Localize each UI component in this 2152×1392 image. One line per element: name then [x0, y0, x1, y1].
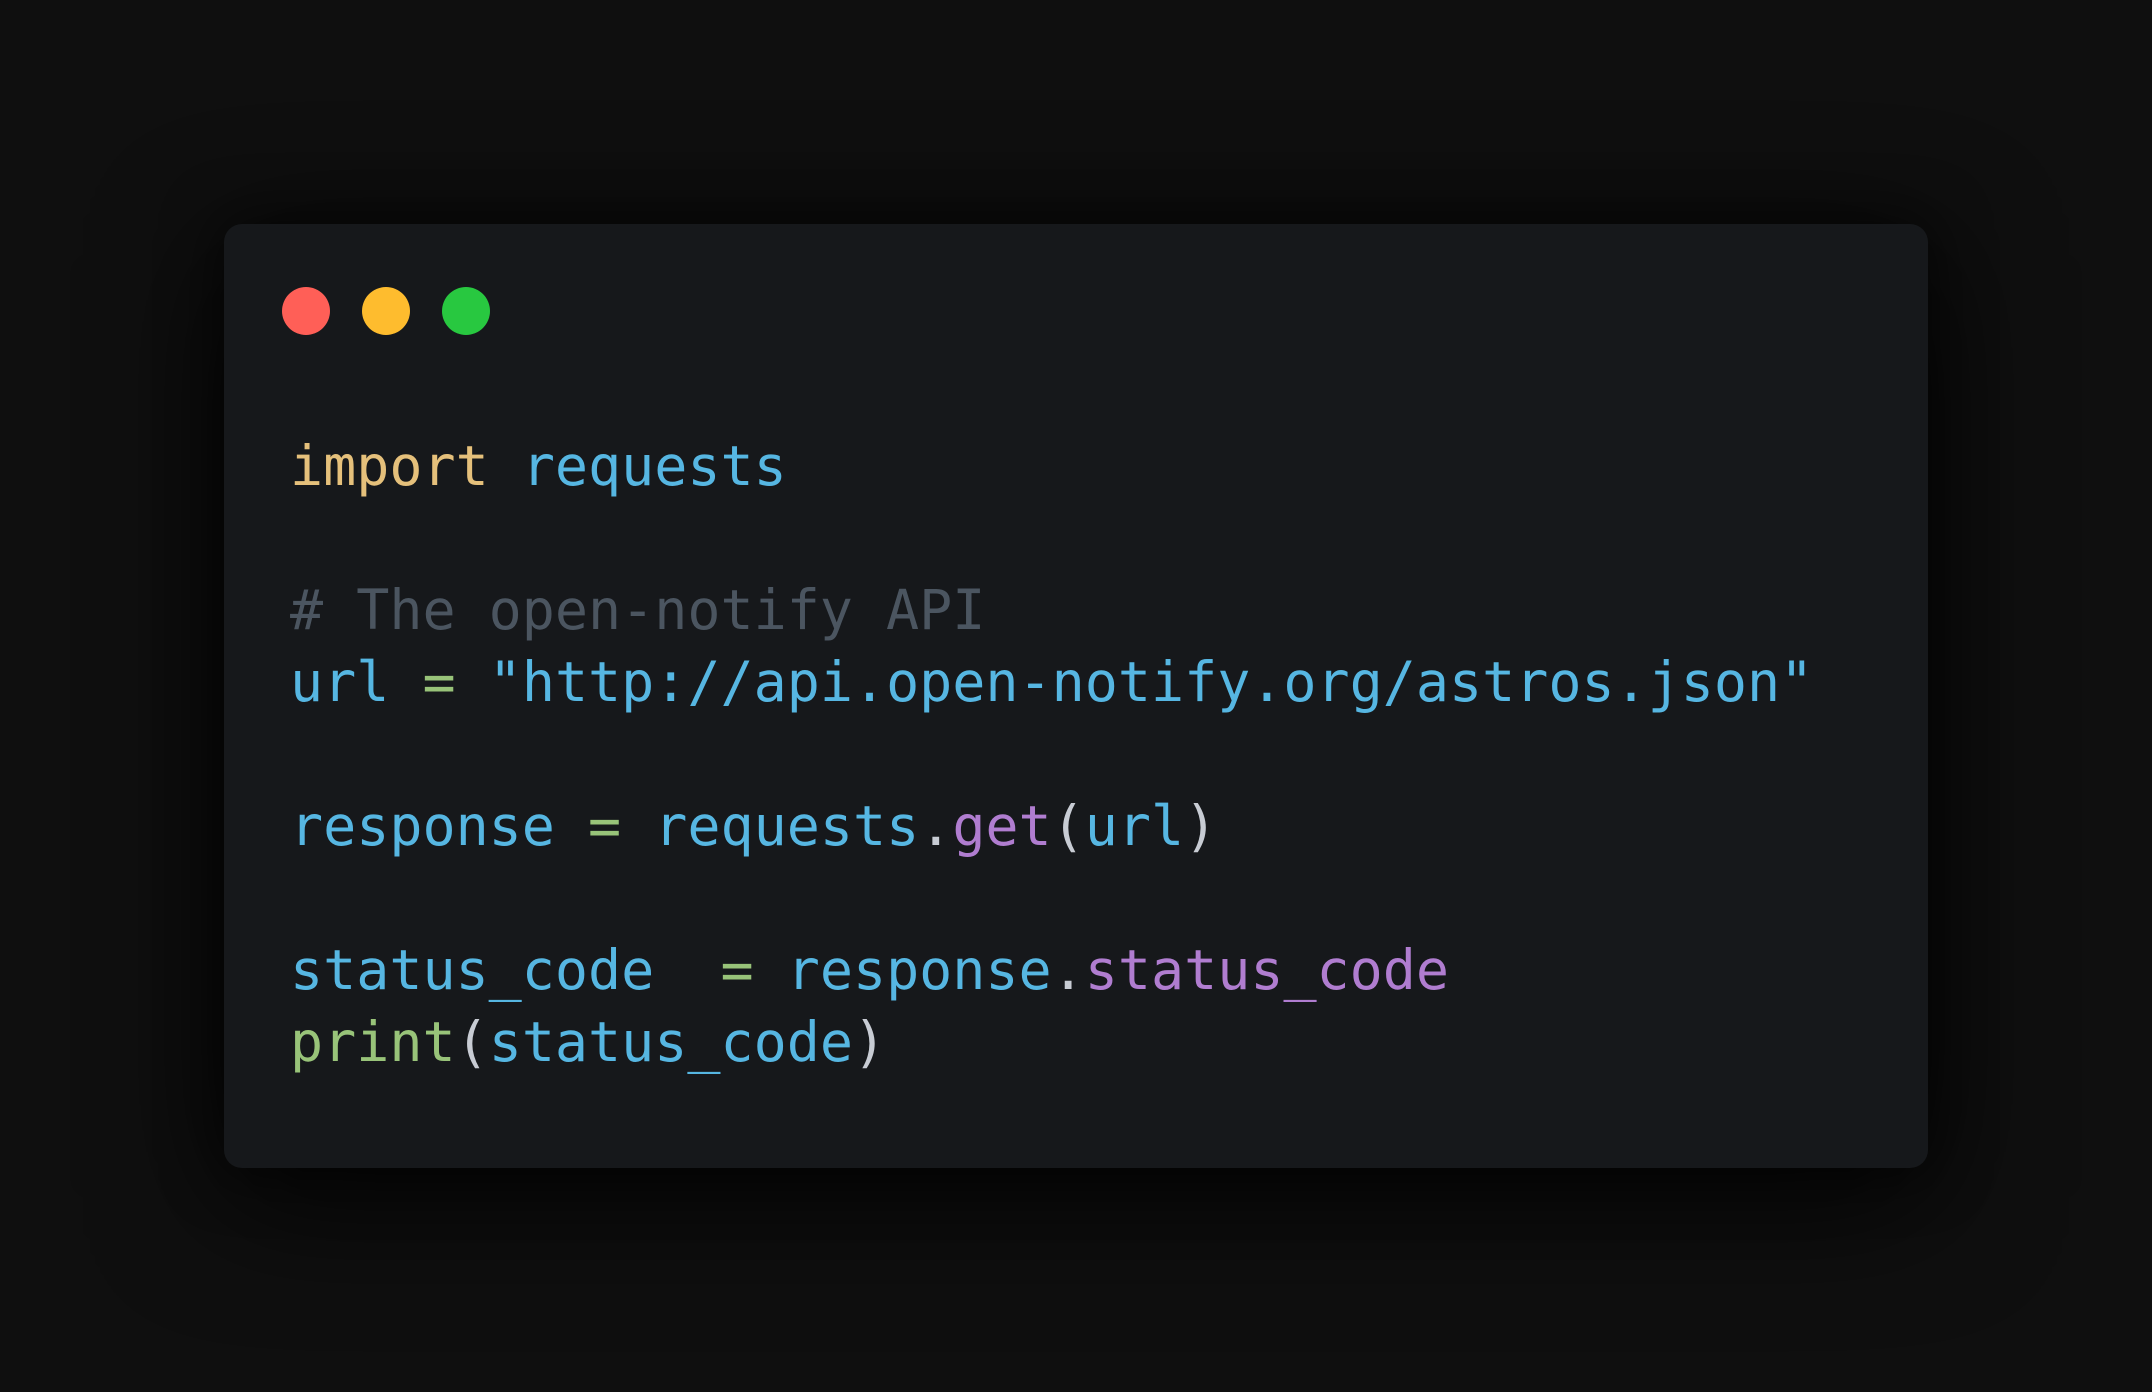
- code-token-identifier: status_code: [290, 938, 655, 1002]
- code-window: import requests # The open-notify API url…: [224, 224, 1928, 1168]
- code-token-identifier: url: [290, 650, 390, 714]
- code-token-method: get: [952, 794, 1052, 858]
- code-token-string: "http://api.open-notify.org/astros.json": [488, 650, 1814, 714]
- code-line: # The open-notify API: [290, 574, 1813, 646]
- code-token-identifier: response: [786, 938, 1052, 1002]
- code-token-identifier: status_code: [488, 1010, 853, 1074]
- code-line: import requests: [290, 430, 1813, 502]
- code-token-method: status_code: [1084, 938, 1450, 1002]
- code-token-punctuation: .: [919, 794, 953, 858]
- code-line: url = "http://api.open-notify.org/astros…: [290, 646, 1813, 718]
- code-token-builtin: print: [290, 1010, 456, 1074]
- close-dot-icon[interactable]: [282, 287, 330, 335]
- code-token-punctuation: (: [455, 1010, 489, 1074]
- maximize-dot-icon[interactable]: [442, 287, 490, 335]
- code-token-operator: =: [588, 794, 622, 858]
- code-line: print(status_code): [290, 1006, 1813, 1078]
- code-token-punctuation: .: [1051, 938, 1085, 1002]
- code-token-keyword: import: [290, 434, 489, 498]
- code-token-operator: =: [422, 650, 456, 714]
- code-token-punctuation: (: [1051, 794, 1085, 858]
- code-token-identifier: requests: [521, 434, 787, 498]
- code-token-identifier: response: [290, 794, 555, 858]
- code-token-comment: # The open-notify API: [290, 578, 986, 642]
- window-controls: [282, 287, 490, 335]
- code-token-identifier: url: [1084, 794, 1185, 858]
- code-token-punctuation: ): [852, 1010, 887, 1074]
- code-block: import requests # The open-notify API url…: [290, 430, 1813, 1078]
- code-line: status_code = response.status_code: [290, 934, 1813, 1006]
- code-token-identifier: requests: [654, 794, 920, 858]
- code-token-operator: =: [720, 938, 754, 1002]
- minimize-dot-icon[interactable]: [362, 287, 410, 335]
- code-line: response = requests.get(url): [290, 790, 1813, 862]
- code-token-punctuation: ): [1184, 794, 1218, 858]
